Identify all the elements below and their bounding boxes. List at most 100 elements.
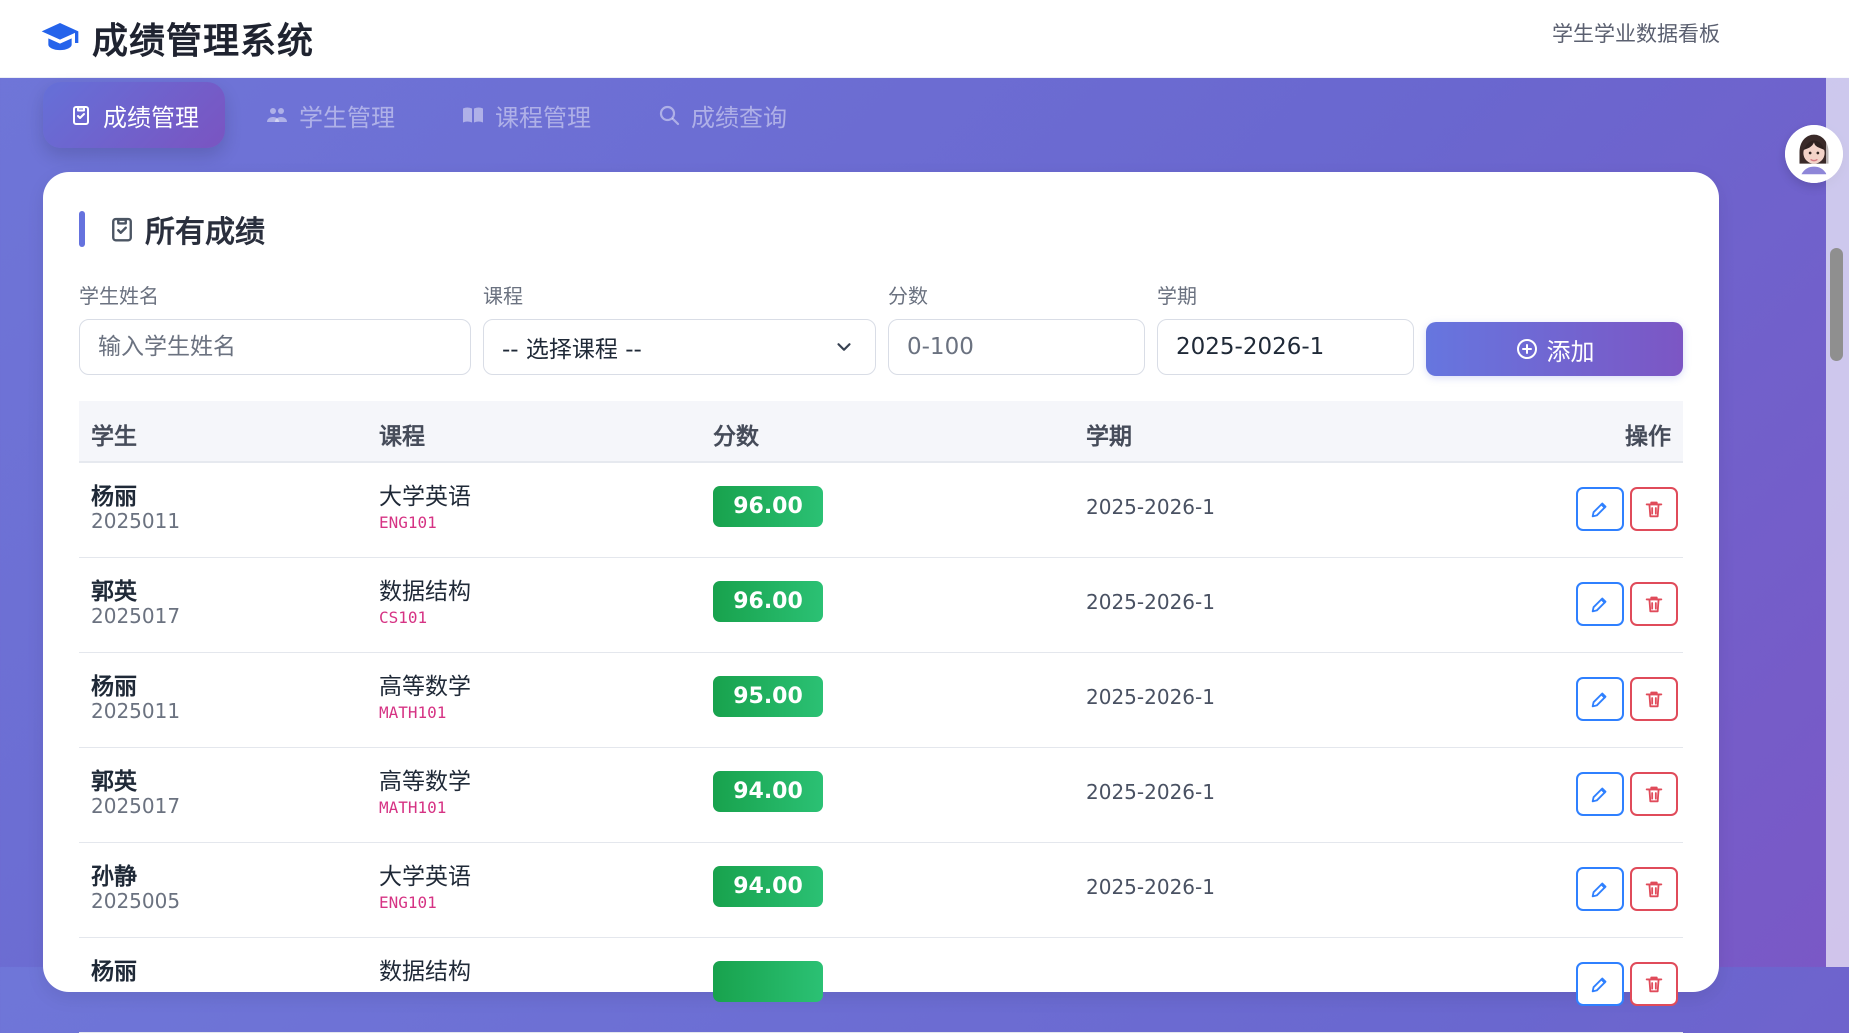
dashboard-link[interactable]: 学生学业数据看板: [1552, 18, 1720, 48]
pencil-icon: [1589, 593, 1611, 615]
score-badge: 96.00: [713, 486, 823, 527]
tab-grade-management-label: 成绩管理: [103, 103, 199, 132]
top-bar: 成绩管理系统 学生学业数据看板: [0, 0, 1849, 78]
page-scrollbar[interactable]: [1826, 0, 1849, 967]
table-row: 孙静 2025005 大学英语 ENG101 94.00 2025-2026-1: [79, 843, 1683, 938]
score-badge: 94.00: [713, 866, 823, 907]
header-student: 学生: [91, 424, 137, 450]
score-badge: 94.00: [713, 771, 823, 812]
header-actions: 操作: [1625, 424, 1671, 450]
tab-grade-query-label: 成绩查询: [691, 103, 787, 132]
table-row: 郭英 2025017 高等数学 MATH101 94.00 2025-2026-…: [79, 748, 1683, 843]
course-name: 数据结构: [379, 959, 471, 985]
student-id: 2025011: [91, 509, 181, 533]
brand: 成绩管理系统: [40, 12, 314, 64]
delete-button[interactable]: [1630, 677, 1678, 721]
pencil-icon: [1589, 973, 1611, 995]
term-value: 2025-2026-1: [1086, 780, 1215, 804]
clipboard-check-icon: [107, 214, 137, 244]
course-name: 高等数学: [379, 769, 471, 795]
table-row: 杨丽 数据结构: [79, 938, 1683, 1033]
student-name: 杨丽: [91, 484, 137, 510]
term-value: 2025-2026-1: [1086, 875, 1215, 899]
tab-student-management[interactable]: 学生管理: [239, 82, 421, 148]
score-input[interactable]: [888, 319, 1145, 375]
delete-button[interactable]: [1630, 867, 1678, 911]
delete-button[interactable]: [1630, 582, 1678, 626]
student-id: 2025011: [91, 699, 181, 723]
edit-button[interactable]: [1576, 772, 1624, 816]
pencil-icon: [1589, 878, 1611, 900]
table-header: 学生 课程 分数 学期 操作: [79, 401, 1683, 463]
add-button-label: 添加: [1546, 337, 1595, 366]
edit-button[interactable]: [1576, 677, 1624, 721]
table-row: 郭英 2025017 数据结构 CS101 96.00 2025-2026-1: [79, 558, 1683, 653]
term-input[interactable]: [1157, 319, 1414, 375]
course-code: MATH101: [379, 703, 447, 722]
score-badge: 95.00: [713, 676, 823, 717]
course-name: 大学英语: [379, 484, 471, 510]
term-value: 2025-2026-1: [1086, 495, 1215, 519]
users-icon: [265, 103, 289, 127]
trash-icon: [1643, 878, 1665, 900]
header-score: 分数: [713, 424, 759, 450]
edit-button[interactable]: [1576, 962, 1624, 1006]
main-nav: 成绩管理 学生管理 课程管理 成绩查询: [43, 82, 813, 148]
score-label: 分数: [888, 284, 928, 308]
pencil-icon: [1589, 498, 1611, 520]
header-course: 课程: [379, 424, 425, 450]
trash-icon: [1643, 593, 1665, 615]
app-title: 成绩管理系统: [92, 21, 315, 62]
student-name: 孙静: [91, 864, 137, 890]
edit-button[interactable]: [1576, 487, 1624, 531]
table-row: 杨丽 2025011 高等数学 MATH101 95.00 2025-2026-…: [79, 653, 1683, 748]
student-id: 2025017: [91, 794, 181, 818]
delete-button[interactable]: [1630, 962, 1678, 1006]
tab-grade-management[interactable]: 成绩管理: [43, 82, 225, 148]
student-name-label: 学生姓名: [79, 284, 159, 308]
tab-course-management-label: 课程管理: [495, 103, 591, 132]
grades-card: 所有成绩 学生姓名 课程 分数 学期 -- 选择课程 -- 添加 学生 课程 分…: [43, 172, 1719, 1033]
tab-student-management-label: 学生管理: [299, 103, 395, 132]
section-title: 所有成绩: [79, 207, 265, 251]
edit-button[interactable]: [1576, 582, 1624, 626]
trash-icon: [1643, 973, 1665, 995]
chevron-down-icon: [833, 336, 855, 358]
search-icon: [657, 103, 681, 127]
term-value: 2025-2026-1: [1086, 590, 1215, 614]
student-name-input[interactable]: [79, 319, 471, 375]
add-button[interactable]: 添加: [1426, 322, 1683, 376]
scrollbar-thumb[interactable]: [1830, 248, 1843, 361]
student-id: 2025017: [91, 604, 181, 628]
course-code: CS101: [379, 608, 428, 627]
course-name: 高等数学: [379, 674, 471, 700]
header-term: 学期: [1086, 424, 1132, 450]
delete-button[interactable]: [1630, 772, 1678, 816]
edit-button[interactable]: [1576, 867, 1624, 911]
course-label: 课程: [483, 284, 523, 308]
student-name: 郭英: [91, 769, 137, 795]
course-select[interactable]: -- 选择课程 --: [483, 319, 876, 375]
student-name: 杨丽: [91, 674, 137, 700]
course-code: ENG101: [379, 893, 437, 912]
delete-button[interactable]: [1630, 487, 1678, 531]
table-row: 杨丽 2025011 大学英语 ENG101 96.00 2025-2026-1: [79, 463, 1683, 558]
course-name: 数据结构: [379, 579, 471, 605]
clipboard-check-icon: [69, 103, 93, 127]
tab-grade-query[interactable]: 成绩查询: [631, 82, 813, 148]
student-name: 杨丽: [91, 959, 137, 985]
course-code: MATH101: [379, 798, 447, 817]
trash-icon: [1643, 783, 1665, 805]
plus-circle-icon: [1515, 337, 1539, 361]
trash-icon: [1643, 498, 1665, 520]
pencil-icon: [1589, 688, 1611, 710]
term-value: 2025-2026-1: [1086, 685, 1215, 709]
section-title-text: 所有成绩: [145, 215, 265, 250]
book-open-icon: [461, 103, 485, 127]
course-code: ENG101: [379, 513, 437, 532]
score-badge: 96.00: [713, 581, 823, 622]
title-accent-bar: [79, 211, 85, 247]
tab-course-management[interactable]: 课程管理: [435, 82, 617, 148]
score-badge: [713, 961, 823, 1002]
graduation-cap-icon: [40, 18, 80, 58]
